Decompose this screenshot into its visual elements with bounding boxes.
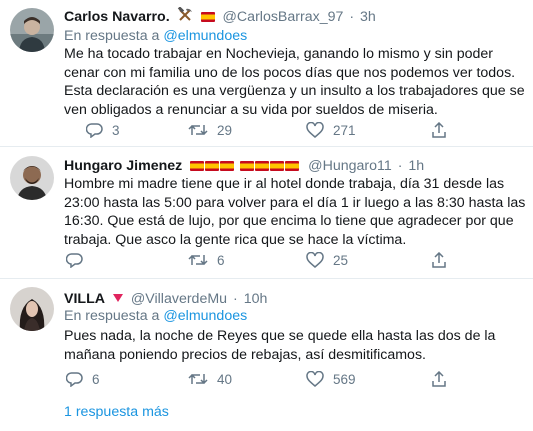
timestamp[interactable]: 1h bbox=[408, 158, 424, 174]
tweet-divider bbox=[0, 146, 533, 147]
retweet-icon bbox=[188, 122, 208, 138]
display-name[interactable]: Carlos Navarro. bbox=[64, 9, 170, 25]
retweet-button[interactable]: 6 bbox=[188, 251, 225, 269]
like-button[interactable]: 569 bbox=[306, 370, 356, 388]
like-count: 271 bbox=[333, 122, 356, 138]
separator-dot: · bbox=[233, 291, 238, 307]
spain-flag-icon bbox=[205, 161, 220, 171]
share-button[interactable] bbox=[431, 370, 447, 388]
tweet-text: Pues nada, la noche de Reyes que se qued… bbox=[64, 327, 526, 364]
reply-label: En respuesta a bbox=[64, 28, 160, 44]
hammer-pick-icon bbox=[177, 6, 193, 29]
spain-flag-icon bbox=[270, 161, 285, 171]
tweet-text-line: Pues nada, la noche de Reyes que se qued… bbox=[64, 328, 496, 344]
share-button[interactable] bbox=[431, 121, 447, 139]
retweet-icon bbox=[188, 252, 208, 268]
avatar[interactable] bbox=[10, 287, 54, 331]
avatar[interactable] bbox=[10, 156, 54, 200]
timestamp[interactable]: 10h bbox=[244, 291, 268, 307]
tweet-divider bbox=[0, 278, 533, 279]
tweet-actions: 3 29 271 bbox=[64, 121, 504, 139]
avatar[interactable] bbox=[10, 8, 54, 52]
spain-flag-icon bbox=[255, 161, 270, 171]
like-count: 569 bbox=[333, 371, 356, 387]
share-icon bbox=[431, 370, 447, 388]
spain-flag-icon bbox=[240, 161, 255, 171]
separator-dot: · bbox=[397, 158, 403, 174]
tweet-text-line: Hombre mi madre tiene que ir al hotel do… bbox=[64, 176, 505, 192]
tweet-actions: 6 25 bbox=[64, 251, 504, 269]
display-name[interactable]: VILLA bbox=[64, 291, 105, 307]
reply-label: En respuesta a bbox=[64, 308, 160, 324]
reply-button[interactable] bbox=[66, 251, 92, 269]
spain-flag-icon bbox=[190, 161, 205, 171]
retweet-count: 6 bbox=[217, 252, 225, 268]
username[interactable]: @CarlosBarrax_97 bbox=[223, 9, 344, 25]
tweet-actions: 6 40 569 bbox=[64, 370, 504, 388]
like-button[interactable]: 25 bbox=[306, 251, 348, 269]
like-icon bbox=[306, 371, 324, 387]
tweet-text-line: trabaja. Que asco la gente rica que se h… bbox=[64, 231, 407, 248]
display-name[interactable]: Hungaro Jimenez bbox=[64, 158, 182, 174]
reply-count: 3 bbox=[112, 122, 120, 138]
spain-flag-icon bbox=[200, 12, 215, 22]
reply-button[interactable]: 6 bbox=[66, 370, 100, 388]
share-icon bbox=[431, 251, 447, 269]
retweet-count: 29 bbox=[217, 122, 233, 138]
reply-context: En respuesta a @elmundoes bbox=[64, 307, 247, 326]
tweet-text-line: ven obligados a renunciar a su vida por … bbox=[64, 101, 438, 118]
spain-flag-icon bbox=[220, 161, 235, 171]
tweet-text: Me ha tocado trabajar en Nochevieja, gan… bbox=[64, 45, 526, 119]
tweet-text: Hombre mi madre tiene que ir al hotel do… bbox=[64, 175, 526, 249]
retweet-button[interactable]: 29 bbox=[188, 121, 232, 139]
like-icon bbox=[306, 252, 324, 268]
timestamp[interactable]: 3h bbox=[360, 9, 376, 25]
tweet-text-line: 16:30. Que está de lujo, por que encima … bbox=[64, 213, 514, 229]
tweet-text-line: cenar con mi familia uno de los pocos dí… bbox=[64, 64, 516, 81]
like-icon bbox=[306, 122, 324, 138]
reply-count: 6 bbox=[92, 371, 100, 387]
red-triangle-icon bbox=[112, 294, 123, 302]
show-more-replies-link[interactable]: 1 respuesta más bbox=[64, 404, 169, 420]
reply-icon bbox=[66, 371, 83, 387]
tweet-text-line: 23:00 hasta las 5:00 para volver para el… bbox=[64, 194, 526, 211]
share-icon bbox=[431, 121, 447, 139]
spain-flag-icon bbox=[285, 161, 300, 171]
reply-mention-link[interactable]: @elmundoes bbox=[163, 28, 247, 44]
like-button[interactable]: 271 bbox=[306, 121, 356, 139]
tweet-text-line: Me ha tocado trabajar en Nochevieja, gan… bbox=[64, 46, 494, 62]
retweet-count: 40 bbox=[217, 371, 233, 387]
reply-button[interactable]: 3 bbox=[86, 121, 120, 139]
tweet-text-line: mañana poniendo precios de rebajas, así … bbox=[64, 346, 426, 363]
like-count: 25 bbox=[333, 252, 349, 268]
share-button[interactable] bbox=[431, 251, 447, 269]
retweet-button[interactable]: 40 bbox=[188, 370, 232, 388]
retweet-icon bbox=[188, 371, 208, 387]
reply-icon bbox=[66, 252, 83, 268]
reply-icon bbox=[86, 122, 103, 138]
tweet-text-line: Esta declaración es una vergüenza y un i… bbox=[64, 83, 525, 99]
separator-dot: · bbox=[349, 9, 355, 25]
reply-mention-link[interactable]: @elmundoes bbox=[163, 308, 247, 324]
spain-flags bbox=[189, 156, 300, 176]
username[interactable]: @Hungaro11 bbox=[308, 158, 392, 174]
reply-context: En respuesta a @elmundoes bbox=[64, 27, 247, 46]
username[interactable]: @VillaverdeMu bbox=[131, 291, 227, 307]
